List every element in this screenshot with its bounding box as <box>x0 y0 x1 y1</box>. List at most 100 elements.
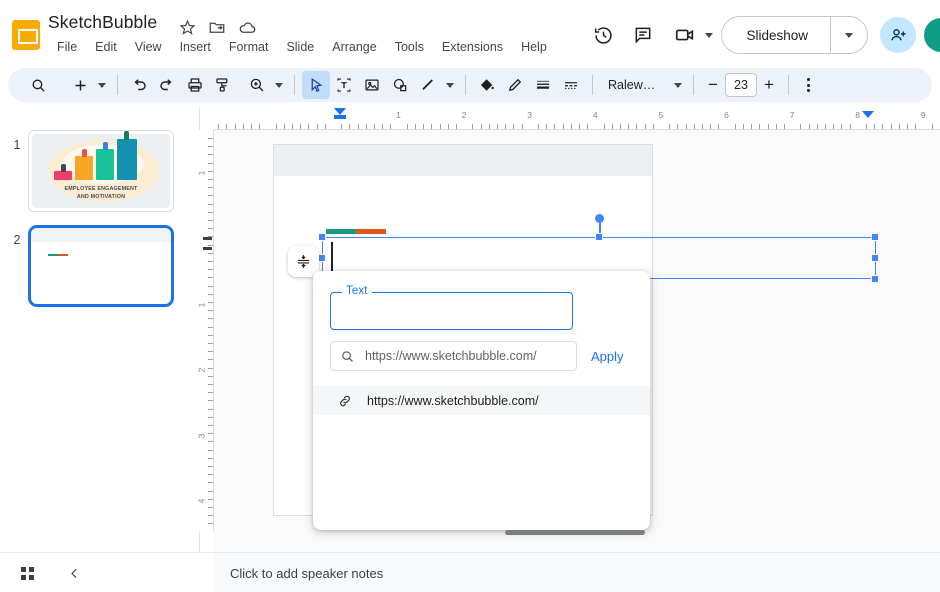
video-camera-icon[interactable] <box>665 15 705 55</box>
new-slide-chevron-down-icon[interactable] <box>94 71 110 99</box>
text-box-icon[interactable] <box>330 71 358 99</box>
menu-extensions[interactable]: Extensions <box>433 38 512 56</box>
search-icon[interactable] <box>24 71 52 99</box>
link-suggestion-row[interactable]: https://www.sketchbubble.com/ <box>313 386 650 415</box>
line-icon[interactable] <box>414 71 442 99</box>
menu-arrange[interactable]: Arrange <box>323 38 385 56</box>
more-options-icon[interactable] <box>796 72 820 98</box>
comment-icon[interactable] <box>623 15 663 55</box>
menu-help[interactable]: Help <box>512 38 556 56</box>
ruler-v-tick <box>208 424 213 426</box>
right-indent-marker[interactable] <box>862 111 874 118</box>
ruler-h-tick <box>218 124 220 129</box>
new-slide-icon[interactable] <box>66 71 94 99</box>
ruler-h-tick <box>300 124 302 129</box>
horizontal-ruler[interactable]: 1 2 3 4 5 6 7 8 9 <box>214 108 940 130</box>
line-chevron-down-icon[interactable] <box>442 71 458 99</box>
ruler-h-tick <box>767 124 769 129</box>
resize-handle-top-center[interactable] <box>595 233 603 241</box>
thumb1-bar-2 <box>75 156 93 180</box>
left-indent-bar[interactable] <box>334 115 346 119</box>
grid-view-icon[interactable] <box>16 561 40 585</box>
resize-handle-middle-left[interactable] <box>318 254 326 262</box>
print-icon[interactable] <box>181 71 209 99</box>
redo-icon[interactable] <box>153 71 181 99</box>
v-indent-bar-bottom[interactable] <box>203 247 212 250</box>
border-color-icon[interactable] <box>501 71 529 99</box>
menu-view[interactable]: View <box>126 38 171 56</box>
resize-handle-top-left[interactable] <box>318 233 326 241</box>
insert-link-dialog[interactable]: Text https://www.sketchbubble.com/ Apply… <box>313 271 650 530</box>
vertical-ruler[interactable]: 1 1 2 3 4 <box>196 130 214 532</box>
apply-button[interactable]: Apply <box>591 349 624 364</box>
decrease-font-size-button[interactable]: − <box>701 73 725 97</box>
filmstrip-slide-2[interactable]: 2 <box>6 225 174 307</box>
slideshow-button[interactable]: Slideshow <box>721 16 868 54</box>
zoom-chevron-down-icon[interactable] <box>271 71 287 99</box>
menu-insert[interactable]: Insert <box>171 38 220 56</box>
font-family-value: Ralew… <box>608 78 656 92</box>
ruler-v-tick <box>208 203 213 205</box>
left-indent-marker[interactable] <box>334 108 346 115</box>
increase-font-size-button[interactable]: + <box>757 73 781 97</box>
insert-image-icon[interactable] <box>358 71 386 99</box>
ruler-h-tick <box>275 124 277 129</box>
slide-thumbnail-1[interactable]: EMPLOYEE ENGAGEMENT AND MOTIVATION <box>28 130 174 212</box>
toolbar-divider-1 <box>117 75 118 95</box>
menu-slide[interactable]: Slide <box>277 38 323 56</box>
meet-control[interactable] <box>665 15 714 55</box>
document-title[interactable]: SketchBubble <box>48 12 157 33</box>
font-size-input[interactable]: 23 <box>725 73 757 97</box>
font-family-select[interactable]: Ralew… <box>600 72 686 98</box>
select-cursor-icon[interactable] <box>302 71 330 99</box>
resize-handle-top-right[interactable] <box>871 233 879 241</box>
resize-handle-middle-right[interactable] <box>871 254 879 262</box>
thumb1-figure-4 <box>124 131 129 140</box>
share-button[interactable] <box>880 17 916 53</box>
collapse-panel-icon[interactable] <box>62 561 86 585</box>
star-icon[interactable] <box>176 16 198 38</box>
zoom-icon[interactable] <box>243 71 271 99</box>
ruler-v-tick <box>208 277 213 279</box>
slide-thumbnail-2[interactable] <box>28 225 174 307</box>
ruler-h-tick <box>743 124 744 129</box>
ruler-h-tick <box>488 124 490 129</box>
ruler-h-tick <box>808 124 810 129</box>
slideshow-chevron-down-icon[interactable] <box>831 32 867 38</box>
ruler-v-tick <box>208 293 213 295</box>
horizontal-scrollbar[interactable] <box>505 530 645 535</box>
ruler-v-tick <box>208 310 213 312</box>
ruler-h-number: 9 <box>920 110 926 120</box>
ruler-h-number: 5 <box>658 110 664 120</box>
resize-handle-bottom-right[interactable] <box>871 275 879 283</box>
menu-edit[interactable]: Edit <box>86 38 126 56</box>
ruler-h-tick <box>431 124 433 129</box>
border-weight-icon[interactable] <box>529 71 557 99</box>
speaker-notes-placeholder: Click to add speaker notes <box>230 565 384 581</box>
paint-format-icon[interactable] <box>209 71 237 99</box>
meet-chevron-down-icon[interactable] <box>705 32 714 38</box>
ruler-h-tick <box>685 124 687 129</box>
filmstrip-slide-1[interactable]: 1 EMPLOYEE ENGAGEMENT AND MOTIVATION <box>6 130 174 212</box>
move-to-folder-icon[interactable] <box>206 16 228 38</box>
link-text-field[interactable]: Text <box>330 285 573 330</box>
cloud-saved-icon[interactable] <box>236 16 258 38</box>
menu-tools[interactable]: Tools <box>386 38 433 56</box>
ruler-h-tick <box>456 124 457 129</box>
shape-icon[interactable] <box>386 71 414 99</box>
ruler-h-tick <box>251 124 252 129</box>
rotation-handle[interactable] <box>595 214 604 223</box>
link-url-input[interactable]: https://www.sketchbubble.com/ <box>330 341 577 371</box>
thumb1-background: EMPLOYEE ENGAGEMENT AND MOTIVATION <box>32 131 170 208</box>
speaker-notes-area[interactable]: Click to add speaker notes <box>214 553 940 592</box>
ruler-v-number: 1 <box>196 302 207 307</box>
border-dash-icon[interactable] <box>557 71 585 99</box>
user-avatar[interactable] <box>924 18 940 52</box>
ruler-h-tick <box>554 124 556 129</box>
menu-format[interactable]: Format <box>220 38 278 56</box>
fill-color-icon[interactable] <box>473 71 501 99</box>
menu-file[interactable]: File <box>48 38 86 56</box>
undo-icon[interactable] <box>125 71 153 99</box>
v-indent-bar-top[interactable] <box>203 237 212 240</box>
version-history-icon[interactable] <box>583 15 623 55</box>
